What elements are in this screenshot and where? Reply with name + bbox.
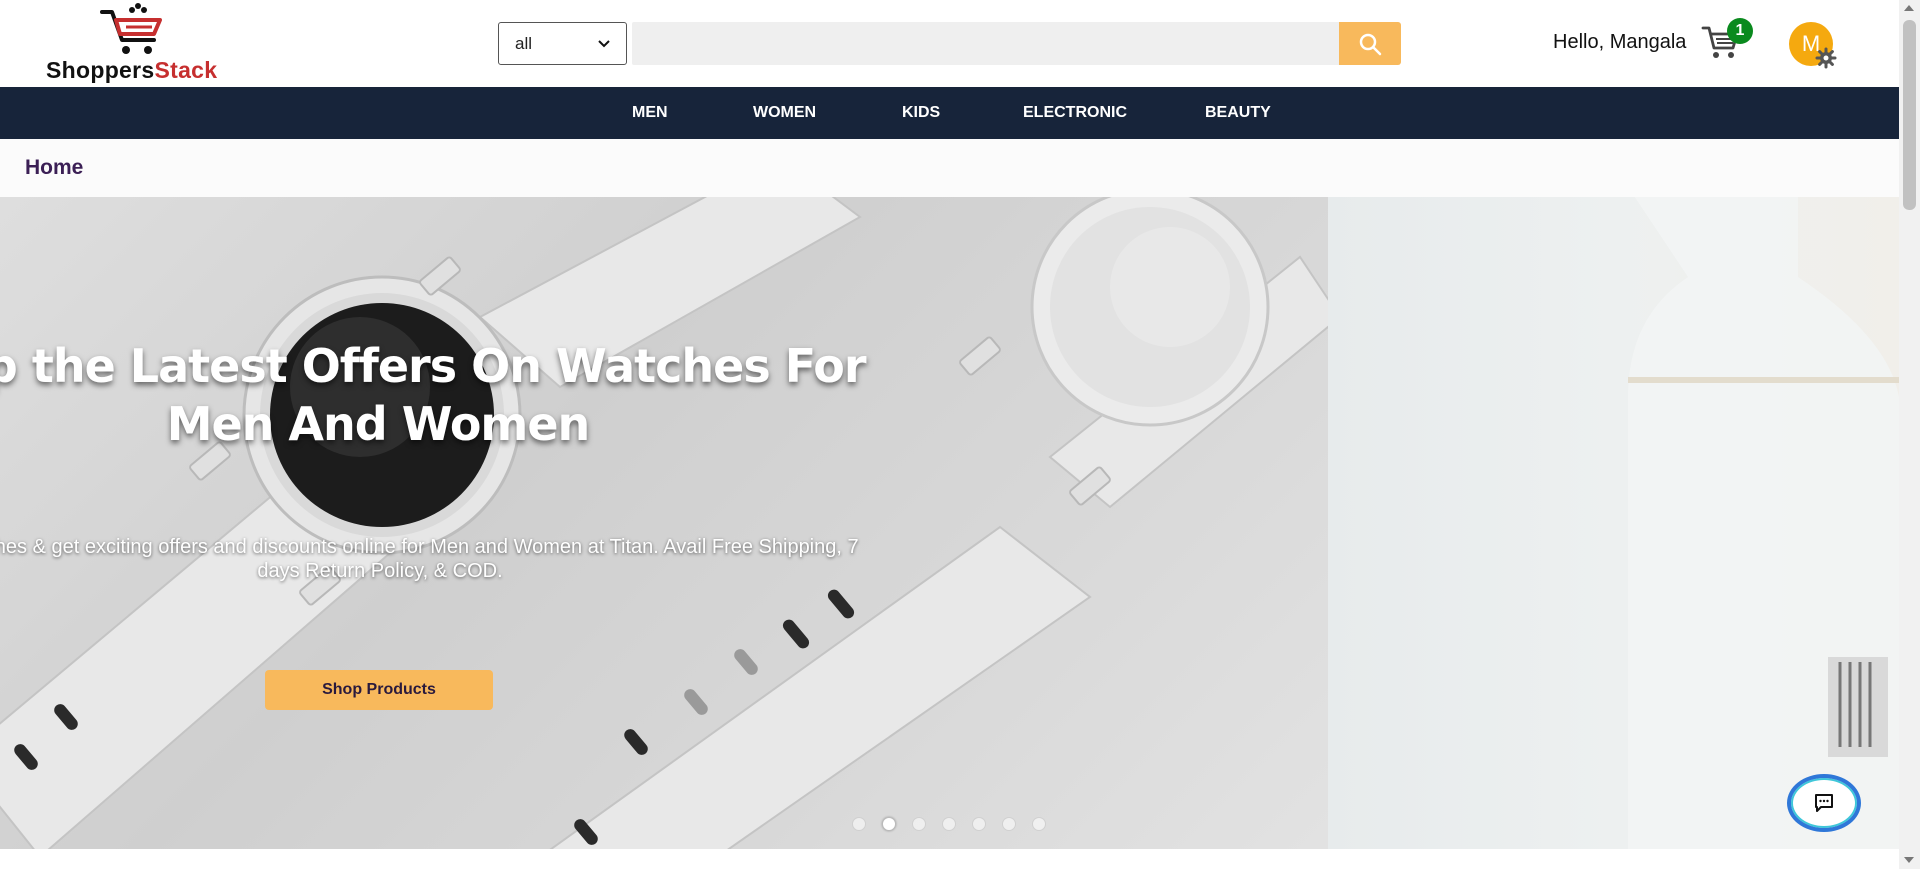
nav-item-men[interactable]: MEN [632, 87, 668, 139]
page-scrollbar[interactable] [1899, 0, 1920, 869]
nav-item-kids[interactable]: KIDS [902, 87, 940, 139]
nav-item-electronic[interactable]: ELECTRONIC [1023, 87, 1127, 139]
chevron-down-icon [598, 39, 610, 47]
watch-product-image [0, 197, 1328, 849]
breadcrumb-home-link[interactable]: Home [25, 156, 83, 180]
carousel-slide-watches: Shop the Latest Offers On Watches For Me… [0, 197, 1328, 849]
carousel-dot[interactable] [1032, 817, 1046, 831]
scroll-thumb[interactable] [1903, 20, 1916, 210]
gear-icon[interactable] [1815, 47, 1837, 69]
carousel-slide-description: Shop watches & get exciting offers and d… [0, 536, 859, 582]
chat-bubble-icon [1815, 794, 1833, 812]
user-greeting: Hello, Mangala [1553, 31, 1687, 53]
search-category-value: all [515, 33, 533, 53]
chat-button[interactable] [1787, 774, 1861, 832]
scroll-down-arrow-icon[interactable] [1904, 857, 1914, 863]
breadcrumb: Home [0, 139, 1899, 197]
shop-products-button[interactable]: Shop Products [265, 670, 493, 710]
carousel-dot[interactable] [852, 817, 866, 831]
carousel-dot[interactable] [942, 817, 956, 831]
carousel-dot[interactable] [912, 817, 926, 831]
nav-item-beauty[interactable]: BEAUTY [1205, 87, 1271, 139]
search-category-select[interactable]: all [498, 22, 627, 65]
page: ShoppersStack all Hello, Mangala 1 M MEN… [0, 0, 1920, 869]
logo-text: ShoppersStack [46, 57, 217, 84]
hero-carousel: Shop the Latest Offers On Watches For Me… [0, 197, 1899, 849]
carousel-dot[interactable] [1002, 817, 1016, 831]
search-icon [1359, 33, 1382, 55]
carousel-dot-active[interactable] [882, 817, 896, 831]
carousel-dots [852, 817, 1046, 831]
logo-text-accent: Stack [154, 57, 218, 83]
carousel-dot[interactable] [972, 817, 986, 831]
search-button[interactable] [1339, 22, 1401, 65]
category-navbar: MEN WOMEN KIDS ELECTRONIC BEAUTY [0, 87, 1899, 139]
header: ShoppersStack all Hello, Mangala 1 M [0, 0, 1899, 87]
search-input[interactable] [632, 22, 1340, 65]
carousel-slide-title: Shop the Latest Offers On Watches For Me… [0, 339, 867, 451]
bottle-product-image [1628, 197, 1899, 849]
shopping-cart-icon [100, 3, 162, 54]
logo-text-primary: Shoppers [46, 57, 155, 83]
carousel-slide-next [1328, 197, 1899, 849]
cart-count-badge: 1 [1727, 18, 1753, 44]
nav-item-women[interactable]: WOMEN [753, 87, 816, 139]
logo[interactable]: ShoppersStack [46, 2, 236, 84]
scroll-up-arrow-icon[interactable] [1904, 5, 1914, 11]
